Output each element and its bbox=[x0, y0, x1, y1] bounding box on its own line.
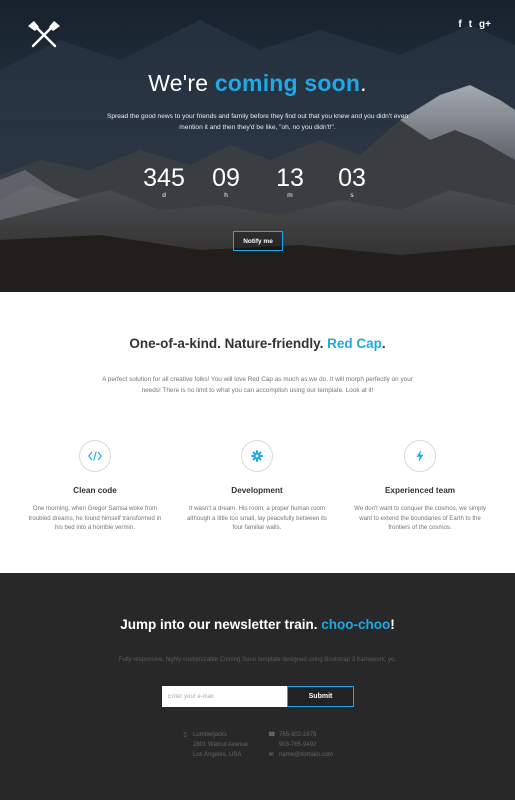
notify-me-button[interactable]: Notify me bbox=[233, 231, 283, 251]
code-icon bbox=[88, 451, 102, 461]
feature-icon-circle bbox=[404, 440, 436, 472]
feature-title: Development bbox=[231, 486, 283, 495]
countdown-minutes: 13 m bbox=[265, 164, 315, 200]
phone-number[interactable]: 765-302-2878 bbox=[279, 730, 316, 740]
feature-icon-circle bbox=[241, 440, 273, 472]
google-plus-icon[interactable]: g+ bbox=[479, 19, 491, 30]
twitter-icon[interactable]: t bbox=[469, 19, 472, 30]
hero-section: f t g+ We're coming soon. Spread the goo… bbox=[0, 0, 515, 292]
phone-number[interactable]: 903-765-9492 bbox=[279, 740, 316, 750]
contact-address: ▯ Lumberjacks 2801 Walnut Avenue Los Ang… bbox=[182, 730, 248, 760]
hero-title-accent: coming soon bbox=[214, 70, 361, 96]
address-line: 2801 Walnut Avenue bbox=[193, 742, 249, 748]
features-title-text: One-of-a-kind. Nature-friendly. bbox=[129, 336, 328, 351]
address-line: Lumberjacks bbox=[193, 732, 228, 738]
social-links: f t g+ bbox=[458, 19, 491, 30]
facebook-icon[interactable]: f bbox=[458, 19, 461, 30]
countdown-seconds-value: 03 bbox=[338, 164, 366, 192]
feature-title: Clean code bbox=[73, 486, 117, 495]
hero-title-end: . bbox=[360, 70, 367, 96]
countdown-minutes-value: 13 bbox=[276, 164, 304, 192]
email-input[interactable] bbox=[162, 686, 287, 707]
countdown-days-label: d bbox=[162, 192, 166, 199]
features-title-end: . bbox=[381, 336, 386, 351]
countdown-hours-value: 09 bbox=[212, 164, 240, 192]
countdown-timer: 345 d 09 h 13 m 03 s bbox=[135, 164, 380, 204]
feature-development: Development It wasn't a dream. His room,… bbox=[182, 440, 332, 533]
address-line: Los Angeles, USA bbox=[193, 752, 242, 758]
countdown-seconds: 03 s bbox=[327, 164, 377, 200]
newsletter-title-end: ! bbox=[390, 617, 395, 632]
feature-clean-code: Clean code One morning, when Gregor Sams… bbox=[20, 440, 170, 533]
hero-title: We're coming soon. bbox=[0, 70, 515, 97]
countdown-days-value: 345 bbox=[143, 164, 185, 192]
features-title: One-of-a-kind. Nature-friendly. Red Cap. bbox=[0, 336, 515, 351]
feature-text: We don't want to conquer the cosmos, we … bbox=[354, 505, 486, 532]
phone-icon: ☎ bbox=[268, 732, 276, 738]
contact-phone-email: ☎ 765-302-2878 903-765-9492 ✉ name@domai… bbox=[268, 730, 333, 760]
newsletter-form: Submit bbox=[162, 686, 354, 707]
feature-title: Experienced team bbox=[384, 486, 456, 495]
bolt-icon bbox=[416, 450, 424, 462]
newsletter-subtitle: Fully responsive, highly customizable Co… bbox=[118, 657, 397, 663]
email-link[interactable]: name@domain.com bbox=[279, 750, 333, 760]
hero-subtitle: Spread the good news to your friends and… bbox=[106, 113, 409, 131]
features-subtitle: A perfect solution for all creative folk… bbox=[102, 376, 413, 394]
countdown-hours: 09 h bbox=[201, 164, 251, 200]
countdown-days: 345 d bbox=[135, 164, 193, 200]
newsletter-title-accent: choo-choo bbox=[321, 617, 391, 632]
newsletter-title-text: Jump into our newsletter train. bbox=[120, 617, 322, 632]
countdown-minutes-label: m bbox=[287, 192, 293, 199]
countdown-hours-label: h bbox=[224, 192, 228, 199]
newsletter-title: Jump into our newsletter train. choo-cho… bbox=[0, 617, 515, 632]
submit-button[interactable]: Submit bbox=[287, 686, 354, 707]
hero-title-text: We're bbox=[148, 70, 215, 96]
envelope-icon: ✉ bbox=[268, 752, 274, 758]
feature-icon-circle bbox=[79, 440, 111, 472]
countdown-seconds-label: s bbox=[350, 192, 354, 199]
features-title-accent: Red Cap bbox=[327, 336, 382, 351]
crossed-axes-logo-icon[interactable] bbox=[26, 20, 62, 48]
feature-text: It wasn't a dream. His room, a proper hu… bbox=[187, 505, 327, 532]
building-icon: ▯ bbox=[183, 732, 187, 738]
feature-experienced-team: Experienced team We don't want to conque… bbox=[345, 440, 495, 533]
gear-icon bbox=[251, 450, 263, 462]
feature-text: One morning, when Gregor Samsa woke from… bbox=[28, 505, 162, 532]
